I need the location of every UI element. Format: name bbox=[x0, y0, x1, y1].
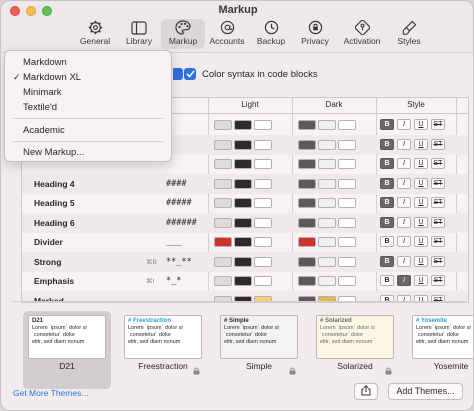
brush-icon bbox=[399, 19, 419, 36]
theme-preview-text: Lorem `ipsum` dolor si bbox=[128, 325, 183, 331]
theme-preview: # Simple Lorem `ipsum` dolor si `consetetu… bbox=[220, 315, 298, 359]
divider bbox=[11, 301, 465, 302]
theme-yosemite[interactable]: # Yosemite Lorem `ipsum` dolor si `consete… bbox=[407, 311, 473, 389]
at-icon bbox=[217, 19, 237, 36]
privacy-icon bbox=[305, 19, 325, 36]
theme-preview: # Freestraction Lorem `ipsum` dolor si `co… bbox=[124, 315, 202, 359]
tab-library[interactable]: Library bbox=[117, 19, 161, 49]
tab-accounts[interactable]: Accounts bbox=[205, 19, 249, 49]
tab-label: Markup bbox=[168, 36, 198, 46]
theme-preview-heading: # Simple bbox=[224, 318, 249, 324]
theme-preview-text: `consetetur` dolor bbox=[224, 332, 268, 338]
tab-label: Accounts bbox=[209, 36, 245, 46]
theme-preview-heading: # Solarized bbox=[320, 318, 352, 324]
theme-preview-text: Lorem `ipsum` dolor si bbox=[224, 325, 279, 331]
key-icon bbox=[352, 19, 372, 36]
theme-d21[interactable]: D21 Lorem `ipsum` dolor si `consetetur` do… bbox=[23, 311, 111, 389]
palette-icon bbox=[173, 19, 193, 36]
tab-general[interactable]: General bbox=[73, 19, 117, 49]
theme-freestraction[interactable]: # Freestraction Lorem `ipsum` dolor si `co… bbox=[119, 311, 207, 389]
tab-label: General bbox=[79, 36, 111, 46]
tab-label: Privacy bbox=[301, 36, 329, 46]
bottom-area: D21 Lorem `ipsum` dolor si `consetetur` do… bbox=[11, 53, 473, 410]
theme-preview-text: Lorem `ipsum` dolor si bbox=[320, 325, 375, 331]
add-themes-button[interactable]: Add Themes... bbox=[388, 383, 463, 400]
theme-preview-text: elitr, sed diam nonum bbox=[224, 339, 277, 345]
share-icon bbox=[361, 383, 371, 401]
lock-icon bbox=[385, 362, 392, 375]
clock-icon bbox=[261, 19, 281, 36]
theme-preview-text: `consetetur` dolor bbox=[32, 332, 76, 338]
tab-label: Backup bbox=[256, 36, 286, 46]
theme-name: D21 bbox=[59, 361, 75, 371]
titlebar: Markup General Library Markup Accounts B… bbox=[1, 1, 473, 53]
theme-preview-text: elitr, sed diam nonum bbox=[416, 339, 469, 345]
preferences-window: Markup General Library Markup Accounts B… bbox=[0, 0, 474, 411]
theme-preview-text: `consetetur` dolor bbox=[320, 332, 364, 338]
theme-name: Yosemite bbox=[433, 361, 469, 371]
theme-preview-text: elitr, sed diam nonum bbox=[320, 339, 373, 345]
tab-activation[interactable]: Activation bbox=[337, 19, 387, 49]
tab-label: Styles bbox=[397, 36, 421, 46]
tab-label: Activation bbox=[343, 36, 381, 46]
theme-preview-text: Lorem `ipsum` dolor si bbox=[32, 325, 87, 331]
theme-preview-text: `consetetur` dolor bbox=[128, 332, 172, 338]
theme-solarized[interactable]: # Solarized Lorem `ipsum` dolor si `conset… bbox=[311, 311, 399, 389]
theme-preview-text: `consetetur` dolor bbox=[416, 332, 460, 338]
preferences-toolbar: General Library Markup Accounts Backup P… bbox=[73, 19, 431, 49]
theme-preview: # Yosemite Lorem `ipsum` dolor si `consete… bbox=[412, 315, 473, 359]
share-theme-button[interactable] bbox=[354, 383, 378, 400]
theme-preview-text: Lorem `ipsum` dolor si bbox=[416, 325, 471, 331]
theme-preview: # Solarized Lorem `ipsum` dolor si `conset… bbox=[316, 315, 394, 359]
tab-backup[interactable]: Backup bbox=[249, 19, 293, 49]
get-more-themes-link[interactable]: Get More Themes... bbox=[13, 388, 88, 398]
tab-styles[interactable]: Styles bbox=[387, 19, 431, 49]
theme-preview-heading: # Freestraction bbox=[128, 318, 172, 324]
theme-preview-text: elitr, sed diam nonum bbox=[128, 339, 181, 345]
gear-icon bbox=[85, 19, 105, 36]
tab-label: Library bbox=[126, 36, 152, 46]
theme-simple[interactable]: # Simple Lorem `ipsum` dolor si `consetetu… bbox=[215, 311, 303, 389]
theme-preview-heading: D21 bbox=[32, 318, 44, 324]
lock-icon bbox=[289, 362, 296, 375]
lock-icon bbox=[193, 362, 200, 375]
tab-privacy[interactable]: Privacy bbox=[293, 19, 337, 49]
theme-preview-heading: # Yosemite bbox=[416, 318, 448, 324]
tab-markup[interactable]: Markup bbox=[161, 19, 205, 49]
theme-preview: D21 Lorem `ipsum` dolor si `consetetur` do… bbox=[28, 315, 106, 359]
window-title: Markup bbox=[218, 4, 258, 16]
theme-preview-text: elitr, sed diam nonum bbox=[32, 339, 85, 345]
library-icon bbox=[129, 19, 149, 36]
